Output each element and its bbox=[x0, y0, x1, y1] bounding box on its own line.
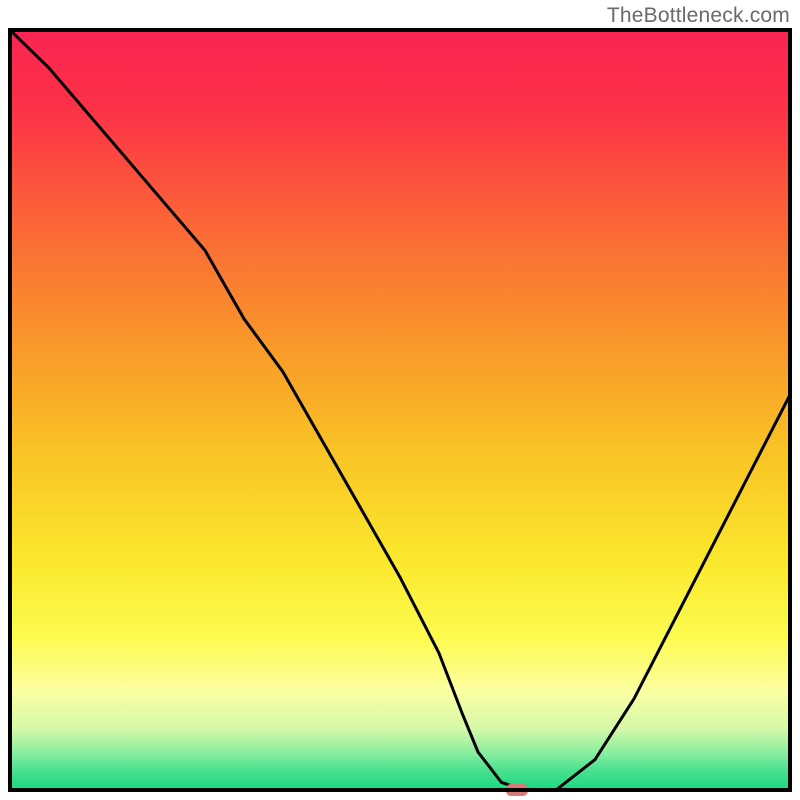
gradient-background bbox=[10, 30, 790, 790]
bottleneck-chart bbox=[0, 0, 800, 800]
chart-container: TheBottleneck.com bbox=[0, 0, 800, 800]
